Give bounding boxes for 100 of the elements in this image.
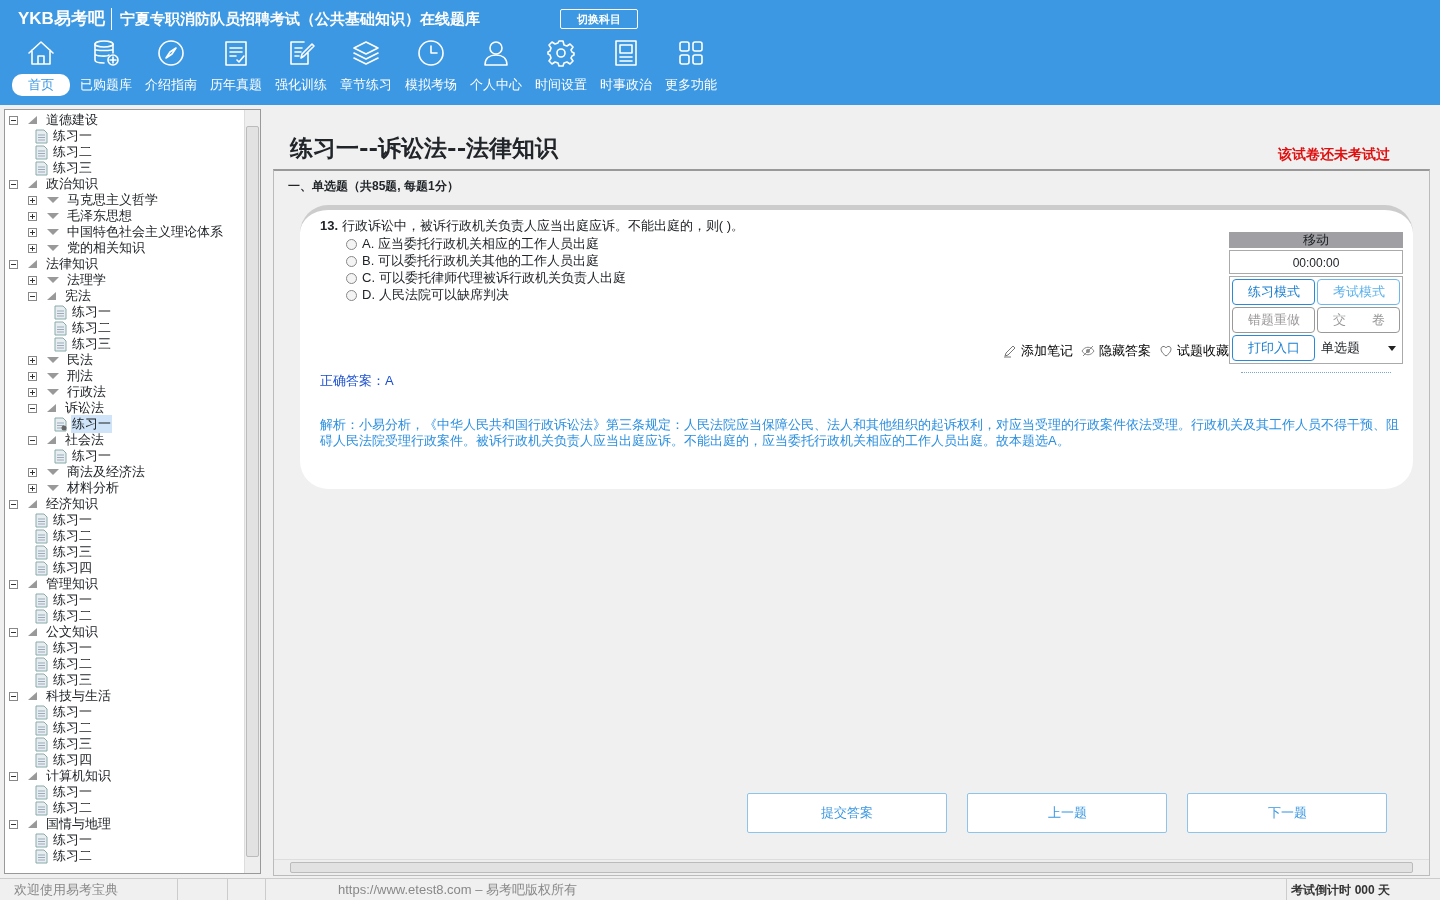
option-text: C. 可以委托律师代理被诉行政机关负责人出庭 (362, 269, 626, 288)
expand-icon[interactable] (28, 243, 37, 253)
countdown-text: 考试倒计时 000 天 (1286, 879, 1440, 900)
toolbar-link[interactable]: 隐藏答案 (1081, 341, 1151, 361)
triangle-icon (27, 579, 40, 589)
settings-icon (545, 38, 576, 68)
toolbar-link[interactable]: 添加笔记 (1003, 341, 1073, 361)
document-pin-icon (54, 416, 67, 432)
collapse-icon[interactable] (28, 403, 37, 413)
heart-icon (1159, 343, 1173, 358)
tree-item[interactable]: 练习一 (71, 414, 112, 434)
radio-button[interactable] (346, 272, 357, 284)
pencil-icon (1003, 343, 1017, 358)
welcome-text: 欢迎使用易考宝典 (0, 879, 178, 900)
copyright-text: https://www.etest8.com – 易考吧版权所有 (337, 880, 578, 899)
document-icon (35, 752, 48, 768)
document-icon (35, 144, 48, 160)
panel-header[interactable]: 移动 (1229, 232, 1403, 248)
expand-icon[interactable] (28, 211, 37, 221)
document-icon (35, 848, 48, 864)
radio-button[interactable] (346, 289, 357, 301)
triangle-icon (46, 196, 61, 204)
triangle-icon (46, 228, 61, 236)
document-icon (35, 160, 48, 176)
triangle-icon (46, 356, 61, 364)
panel-button[interactable]: 练习模式 (1232, 279, 1315, 305)
document-icon (54, 320, 67, 336)
expand-icon[interactable] (28, 227, 37, 237)
document-icon (35, 512, 48, 528)
collapse-icon[interactable] (9, 819, 18, 829)
document-icon (35, 800, 48, 816)
triangle-icon (46, 244, 61, 252)
option-text: B. 可以委托行政机关其他的工作人员出庭 (362, 252, 599, 271)
triangle-icon (46, 212, 61, 220)
document-icon (35, 640, 48, 656)
app-logo: YKB易考吧 (18, 8, 105, 31)
question-type-select[interactable]: 单选题 (1317, 335, 1400, 361)
layers-icon (350, 38, 381, 68)
collapse-icon[interactable] (9, 691, 18, 701)
collapse-icon[interactable] (9, 579, 18, 589)
explanation-text: 解析：小易分析，《中华人民共和国行政诉讼法》第三条规定：人民法院应当保障公民、法人和其他组织的起诉权利，对应当受理的行政案件依法受理。行政机关及其工作人员不得干预、阻碍人民法院受理行政案件。被诉行政机关负责人应当出庭应诉。不能出庭的，应当委托行政机关相应的工作人员出庭。故本题选A。 (320, 416, 1400, 449)
document-icon (35, 592, 48, 608)
panel-button[interactable]: 打印入口 (1232, 335, 1315, 361)
triangle-icon (46, 468, 61, 476)
document-icon (35, 832, 48, 848)
document-icon (35, 608, 48, 624)
collapse-icon[interactable] (9, 259, 18, 269)
vertical-scrollbar[interactable] (244, 110, 260, 873)
document-icon (35, 560, 48, 576)
collapse-icon[interactable] (28, 291, 37, 301)
triangle-icon (27, 499, 40, 509)
document-icon (35, 672, 48, 688)
document-icon (54, 448, 67, 464)
collapse-icon[interactable] (9, 627, 18, 637)
collapse-icon[interactable] (9, 771, 18, 781)
expand-icon[interactable] (28, 387, 37, 397)
expand-icon[interactable] (28, 371, 37, 381)
triangle-icon (27, 691, 40, 701)
triangle-icon (27, 259, 40, 269)
clock-icon (415, 38, 446, 68)
question-text: 13. 行政诉讼中，被诉行政机关负责人应当出庭应诉。不能出庭的，则( )。 (320, 217, 745, 235)
expand-icon[interactable] (28, 275, 37, 285)
expand-icon[interactable] (28, 483, 37, 493)
document-icon (35, 128, 48, 144)
expand-icon[interactable] (28, 195, 37, 205)
compass-icon (155, 38, 186, 68)
exam-title: 练习一--诉讼法--法律知识 (290, 132, 559, 163)
app-title: 宁夏专职消防队员招聘考试（公共基础知识）在线题库 (110, 7, 480, 31)
option-text: D. 人民法院可以缺席判决 (362, 286, 509, 305)
document-icon (35, 736, 48, 752)
document-icon (54, 336, 67, 352)
triangle-icon (46, 388, 61, 396)
triangle-icon (27, 627, 40, 637)
triangle-icon (46, 403, 59, 413)
collapse-icon[interactable] (9, 179, 18, 189)
horizontal-scrollbar[interactable] (274, 859, 1429, 875)
triangle-icon (46, 435, 59, 445)
triangle-icon (27, 819, 40, 829)
document-icon (35, 704, 48, 720)
document-icon (54, 304, 67, 320)
toolbar-link[interactable]: 试题收藏 (1159, 341, 1229, 361)
document-icon (35, 656, 48, 672)
exam-status: 该试卷还未考试过 (1278, 145, 1390, 164)
expand-icon[interactable] (28, 467, 37, 477)
collapse-icon[interactable] (9, 115, 18, 125)
expand-icon[interactable] (28, 355, 37, 365)
radio-button[interactable] (346, 255, 357, 267)
caret-icon (1388, 345, 1396, 351)
document-icon (35, 784, 48, 800)
triangle-icon (27, 115, 40, 125)
triangle-icon (46, 484, 61, 492)
section-heading: 一、单选题（共85题, 每题1分） (288, 178, 460, 195)
triangle-icon (46, 291, 59, 301)
collapse-icon[interactable] (9, 499, 18, 509)
triangle-icon (46, 372, 61, 380)
document-icon (35, 544, 48, 560)
radio-button[interactable] (346, 238, 357, 250)
triangle-icon (46, 276, 61, 284)
collapse-icon[interactable] (28, 435, 37, 445)
triangle-icon (27, 179, 40, 189)
